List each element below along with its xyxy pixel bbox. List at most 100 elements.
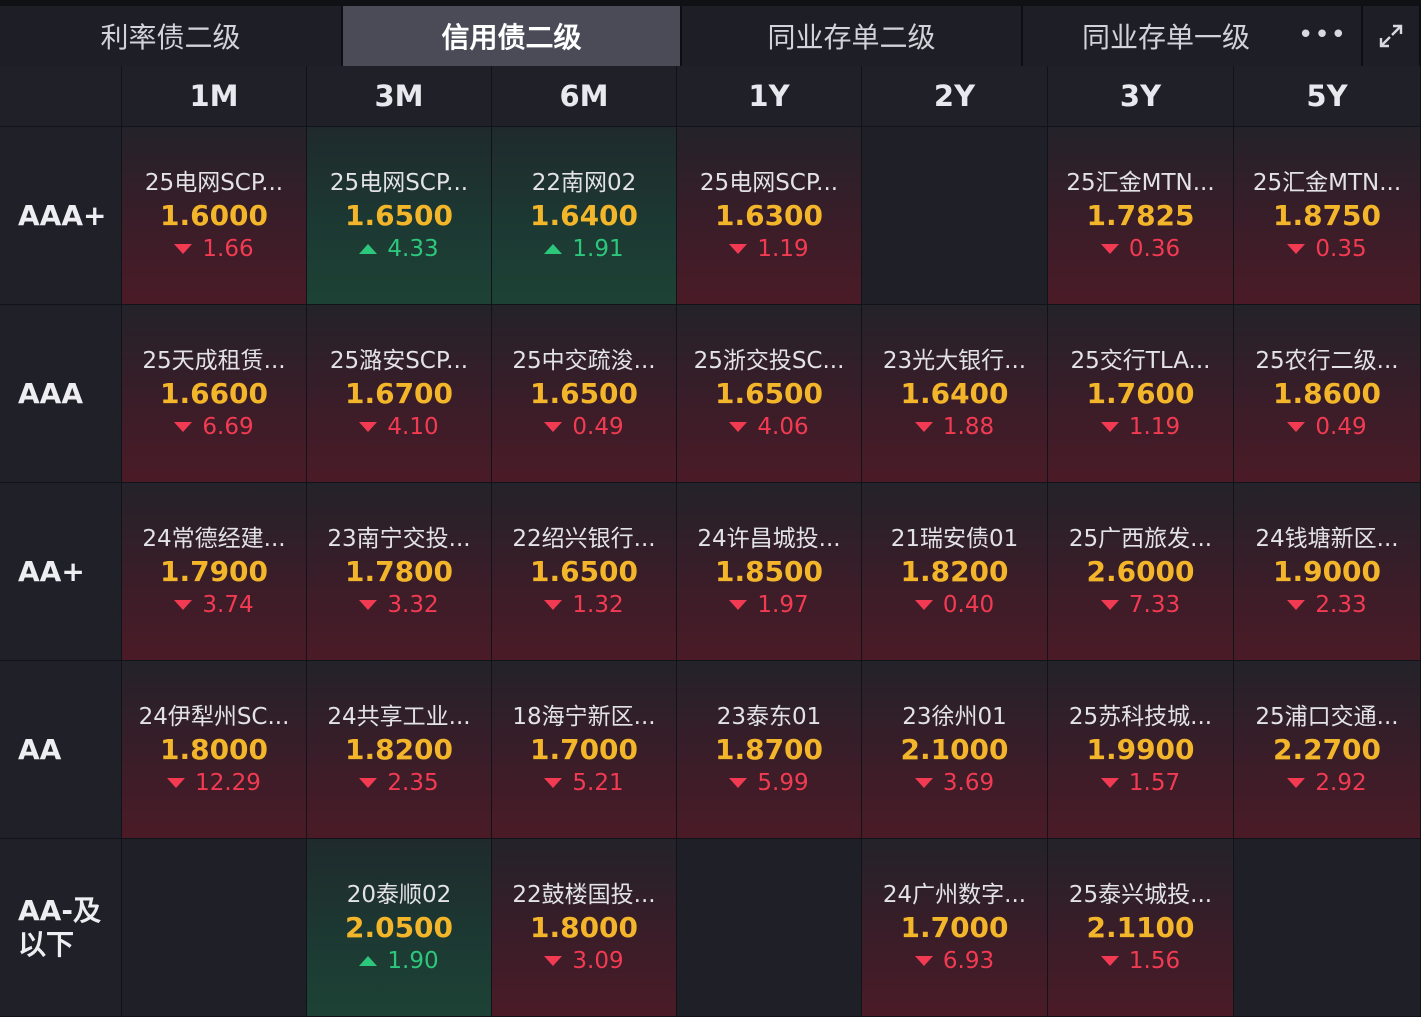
arrow-down-icon — [729, 777, 748, 788]
bond-name: 25广西旅发... — [1068, 525, 1213, 552]
tab-rates-secondary[interactable]: 利率债二级 — [0, 6, 343, 66]
yield-change: 2.92 — [1287, 768, 1367, 798]
bond-cell[interactable]: 20泰顺02 2.0500 1.90 — [307, 839, 492, 1017]
tab-ncd-primary[interactable]: 同业存单一级 ••• — [1023, 6, 1421, 66]
bond-cell[interactable]: 23南宁交投... 1.7800 3.32 — [307, 483, 492, 661]
tab-label: 信用债二级 — [441, 21, 582, 54]
expand-icon[interactable] — [1361, 6, 1419, 66]
bond-cell[interactable]: 23泰东01 1.8700 5.99 — [677, 661, 862, 839]
bond-yield: 1.6700 — [344, 376, 454, 410]
change-value: 1.19 — [1128, 413, 1181, 440]
bond-cell[interactable]: 24常德经建... 1.7900 3.74 — [122, 483, 307, 661]
tab-credit-secondary[interactable]: 信用债二级 — [343, 6, 682, 66]
bond-cell[interactable]: 25电网SCP... 1.6000 1.66 — [122, 127, 307, 305]
yield-change: 1.32 — [544, 590, 624, 620]
bond-cell[interactable]: 25农行二级... 1.8600 0.49 — [1234, 305, 1421, 483]
yield-change: 1.66 — [174, 234, 254, 264]
bond-yield: 1.7600 — [1086, 376, 1195, 410]
bond-yield: 1.6500 — [529, 376, 639, 410]
bond-cell[interactable]: 22鼓楼国投... 1.8000 3.09 — [492, 839, 677, 1017]
yield-change: 6.93 — [914, 946, 994, 976]
empty-cell — [862, 127, 1048, 305]
bond-yield: 1.7000 — [900, 910, 1009, 944]
bond-name: 24广州数字... — [882, 881, 1027, 908]
corner-cell — [0, 66, 122, 127]
bond-yield: 2.1000 — [900, 732, 1009, 766]
bond-name: 25泰兴城投... — [1068, 881, 1213, 908]
bond-yield: 1.7800 — [344, 554, 454, 588]
arrow-down-icon — [914, 955, 933, 966]
bond-yield: 1.8750 — [1272, 198, 1382, 232]
bond-cell[interactable]: 25交行TLA... 1.7600 1.19 — [1048, 305, 1234, 483]
change-value: 0.40 — [942, 591, 995, 618]
bond-name: 23泰东01 — [716, 703, 822, 730]
bond-cell[interactable]: 24许昌城投... 1.8500 1.97 — [677, 483, 862, 661]
bond-cell[interactable]: 18海宁新区... 1.7000 5.21 — [492, 661, 677, 839]
bond-cell[interactable]: 25浦口交通... 2.2700 2.92 — [1234, 661, 1421, 839]
bond-cell[interactable]: 25中交疏浚... 1.6500 0.49 — [492, 305, 677, 483]
yield-change: 0.35 — [1287, 234, 1367, 264]
bond-cell[interactable]: 25电网SCP... 1.6300 1.19 — [677, 127, 862, 305]
bond-yield: 1.8000 — [159, 732, 269, 766]
bond-yield: 1.9000 — [1272, 554, 1382, 588]
tenor-header-5Y: 5Y — [1234, 66, 1421, 127]
bond-name: 25潞安SCP... — [329, 347, 469, 374]
arrow-down-icon — [729, 421, 748, 432]
more-horizontal-icon[interactable]: ••• — [1298, 20, 1347, 50]
bond-name: 25汇金MTN... — [1252, 169, 1402, 196]
yield-change: 1.90 — [359, 946, 439, 976]
arrow-down-icon — [1100, 777, 1119, 788]
bond-cell[interactable]: 25电网SCP... 1.6500 4.33 — [307, 127, 492, 305]
change-value: 0.36 — [1128, 235, 1181, 262]
arrow-down-icon — [544, 955, 563, 966]
yield-change: 1.19 — [1100, 412, 1181, 442]
bond-cell[interactable]: 25潞安SCP... 1.6700 4.10 — [307, 305, 492, 483]
change-value: 1.57 — [1128, 769, 1181, 796]
bond-cell[interactable]: 25汇金MTN... 1.7825 0.36 — [1048, 127, 1234, 305]
bond-name: 25天成租赁... — [142, 347, 286, 374]
bond-cell[interactable]: 25天成租赁... 1.6600 6.69 — [122, 305, 307, 483]
tenor-header-6M: 6M — [492, 66, 677, 127]
bond-cell[interactable]: 25浙交投SC... 1.6500 4.06 — [677, 305, 862, 483]
bond-cell[interactable]: 24共享工业... 1.8200 2.35 — [307, 661, 492, 839]
bond-cell[interactable]: 24广州数字... 1.7000 6.93 — [862, 839, 1048, 1017]
change-value: 1.19 — [757, 235, 809, 262]
bond-yield: 1.9900 — [1086, 732, 1195, 766]
bond-cell[interactable]: 25汇金MTN... 1.8750 0.35 — [1234, 127, 1421, 305]
yield-change: 3.32 — [359, 590, 439, 620]
arrow-down-icon — [729, 243, 748, 254]
change-value: 4.33 — [387, 235, 439, 262]
bond-yield: 1.6400 — [529, 198, 639, 232]
tab-ncd-secondary[interactable]: 同业存单二级 — [682, 6, 1023, 66]
tenor-header-3Y: 3Y — [1048, 66, 1234, 127]
empty-cell — [677, 839, 862, 1017]
bond-yield: 2.2700 — [1272, 732, 1382, 766]
bond-yield: 1.8700 — [714, 732, 824, 766]
bond-yield: 1.8600 — [1272, 376, 1382, 410]
tab-label: 同业存单二级 — [767, 21, 936, 54]
change-value: 1.91 — [572, 235, 624, 262]
bond-cell[interactable]: 21瑞安债01 1.8200 0.40 — [862, 483, 1048, 661]
rating-label: AAA+ — [0, 127, 122, 305]
yield-change: 2.33 — [1287, 590, 1367, 620]
arrow-down-icon — [1287, 599, 1306, 610]
empty-cell — [122, 839, 307, 1017]
arrow-down-icon — [174, 599, 193, 610]
bond-cell[interactable]: 23光大银行... 1.6400 1.88 — [862, 305, 1048, 483]
bond-yield: 1.8200 — [900, 554, 1009, 588]
bond-cell[interactable]: 22绍兴银行... 1.6500 1.32 — [492, 483, 677, 661]
bond-name: 24伊犁州SC... — [138, 703, 290, 730]
bond-cell[interactable]: 25泰兴城投... 2.1100 1.56 — [1048, 839, 1234, 1017]
change-value: 6.69 — [202, 413, 254, 440]
bond-cell[interactable]: 24钱塘新区... 1.9000 2.33 — [1234, 483, 1421, 661]
bond-name: 18海宁新区... — [512, 703, 656, 730]
bond-cell[interactable]: 24伊犁州SC... 1.8000 12.29 — [122, 661, 307, 839]
bond-yield: 1.6000 — [159, 198, 269, 232]
bond-cell[interactable]: 25广西旅发... 2.6000 7.33 — [1048, 483, 1234, 661]
bond-cell[interactable]: 25苏科技城... 1.9900 1.57 — [1048, 661, 1234, 839]
bond-name: 23光大银行... — [882, 347, 1027, 374]
bond-cell[interactable]: 22南网02 1.6400 1.91 — [492, 127, 677, 305]
yield-change: 12.29 — [167, 768, 261, 798]
change-value: 2.92 — [1315, 769, 1367, 796]
bond-cell[interactable]: 23徐州01 2.1000 3.69 — [862, 661, 1048, 839]
